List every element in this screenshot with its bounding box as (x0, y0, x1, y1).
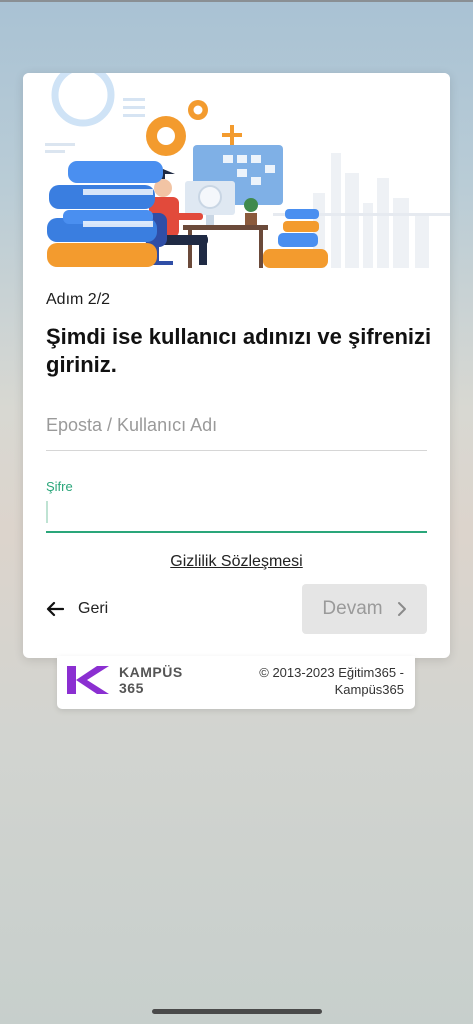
logo-text: KAMPÜS 365 (119, 664, 183, 696)
home-indicator[interactable] (152, 1009, 322, 1014)
login-card: Adım 2/2 Şimdi ise kullanıcı adınızı ve … (23, 73, 450, 658)
username-input[interactable] (46, 405, 427, 445)
password-label: Şifre (46, 479, 73, 494)
password-input[interactable] (46, 497, 427, 527)
page-title: Şimdi ise kullanıcı adınızı ve şifrenizi… (46, 324, 432, 377)
chevron-right-icon (397, 602, 406, 616)
username-field[interactable] (46, 405, 427, 451)
kampus365-logo: KAMPÜS 365 (67, 664, 189, 696)
continue-button[interactable]: Devam (302, 584, 427, 634)
step-indicator: Adım 2/2 (46, 291, 111, 308)
kampus-k-logo-icon (67, 666, 109, 694)
back-button[interactable]: Geri (46, 596, 108, 622)
status-bar-line (0, 0, 473, 2)
continue-button-label: Devam (322, 598, 383, 619)
privacy-policy-link[interactable]: Gizlilik Sözleşmesi (23, 553, 450, 571)
footer: KAMPÜS 365 © 2013-2023 Eğitim365 - Kampü… (57, 656, 415, 709)
password-field[interactable]: Şifre (46, 475, 427, 533)
arrow-left-icon (46, 601, 64, 617)
back-button-label: Geri (78, 600, 109, 617)
hero-illustration (23, 73, 450, 268)
copyright-text: © 2013-2023 Eğitim365 - Kampüs365 (259, 665, 404, 697)
